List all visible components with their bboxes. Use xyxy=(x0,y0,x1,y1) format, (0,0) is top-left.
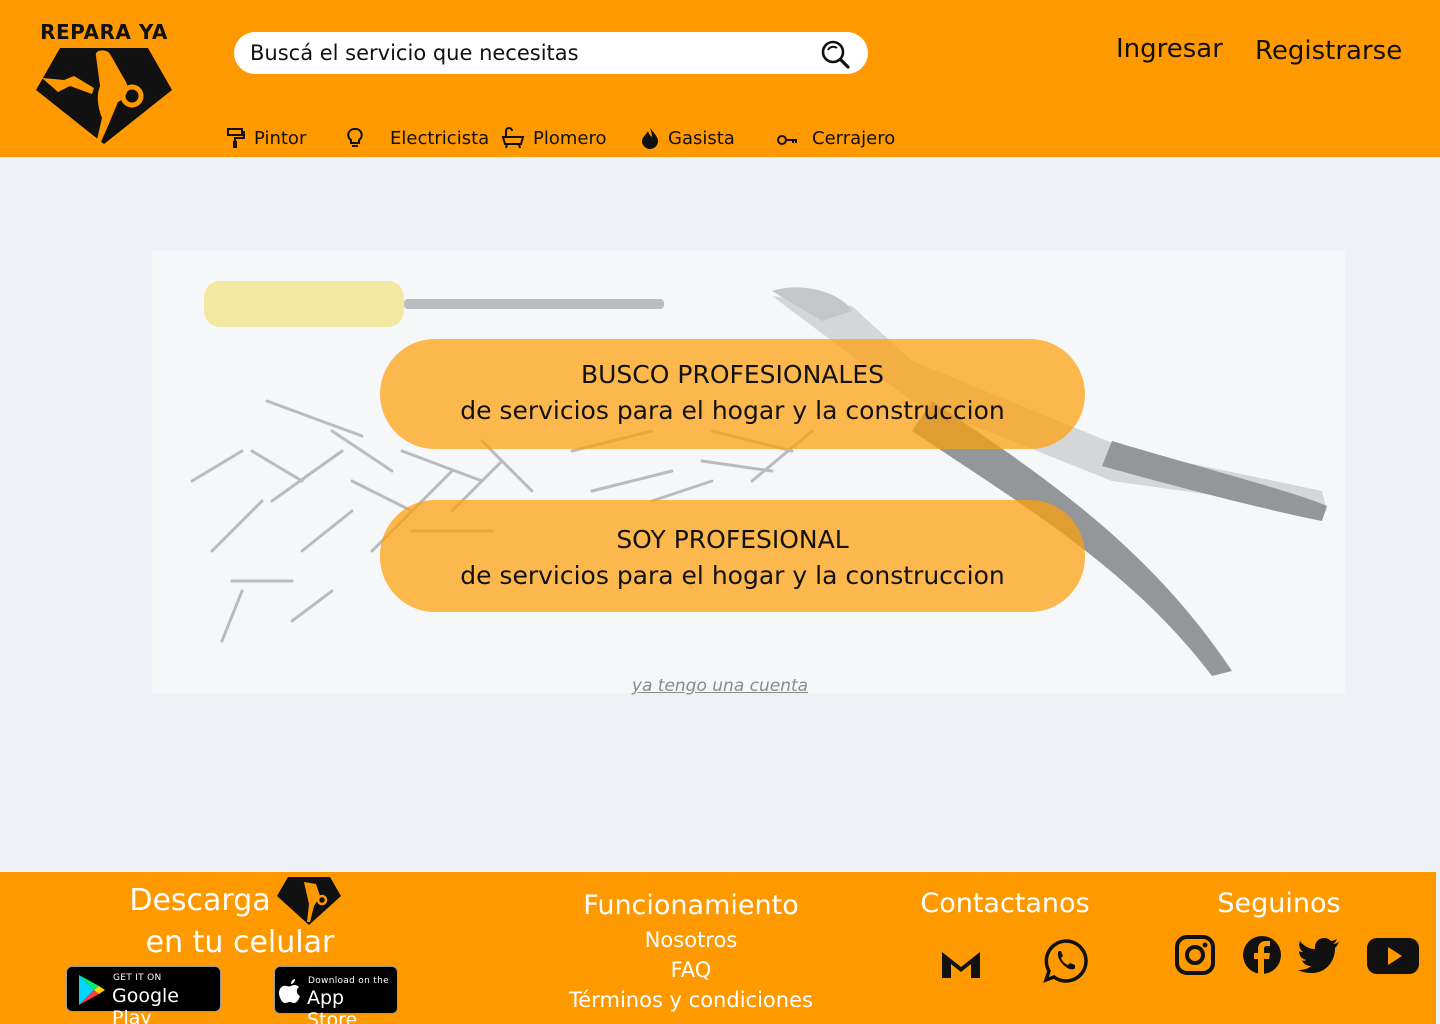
search-input[interactable] xyxy=(250,32,810,74)
key-icon xyxy=(777,135,797,145)
hero-tools-image xyxy=(152,251,1345,693)
site-footer: Descarga en tu celular GET IT ON Google … xyxy=(0,872,1436,1024)
paint-roller-icon xyxy=(227,128,245,148)
whatsapp-icon[interactable] xyxy=(1043,938,1089,984)
google-play-icon xyxy=(79,975,105,1005)
apple-icon xyxy=(279,979,300,1003)
download-line-2: en tu celular xyxy=(145,925,335,960)
category-pintor[interactable]: Pintor xyxy=(226,124,306,152)
category-label: Electricista xyxy=(390,127,490,149)
app-store-badge[interactable]: Download on the App Store xyxy=(274,966,398,1024)
twitter-icon[interactable] xyxy=(1298,938,1340,974)
category-electricista[interactable]: Electricista xyxy=(346,124,489,152)
bathtub-icon xyxy=(501,127,525,149)
search-button[interactable] xyxy=(820,39,850,69)
brand-logo[interactable]: REPARA YA xyxy=(34,18,174,148)
professional-signup-button[interactable]: SOY PROFESIONAL de servicios para el hog… xyxy=(380,500,1085,612)
cta-subtitle: de servicios para el hogar y la construc… xyxy=(460,561,1005,590)
cta-title: SOY PROFESIONAL xyxy=(616,525,849,554)
youtube-icon[interactable] xyxy=(1366,937,1420,975)
client-signup-button[interactable]: BUSCO PROFESIONALES de servicios para el… xyxy=(380,339,1085,449)
app-store-text: App Store xyxy=(307,987,358,1024)
category-plomero[interactable]: Plomero xyxy=(501,124,607,152)
contact-heading: Contactanos xyxy=(920,888,1090,919)
google-play-small-text: GET IT ON xyxy=(113,973,162,983)
google-play-badge[interactable]: GET IT ON Google Play xyxy=(66,966,221,1024)
google-play-text: Google Play xyxy=(112,985,180,1024)
category-label: Pintor xyxy=(254,127,307,149)
gmail-icon[interactable] xyxy=(940,948,982,980)
category-label: Plomero xyxy=(533,127,607,149)
app-store-small-text: Download on the xyxy=(308,976,389,986)
flame-icon xyxy=(642,128,658,149)
cta-title: BUSCO PROFESIONALES xyxy=(580,360,884,389)
search-icon xyxy=(821,40,850,69)
footer-link-nosotros[interactable]: Nosotros xyxy=(560,928,822,952)
follow-heading: Seguinos xyxy=(1217,888,1341,919)
login-link[interactable]: Ingresar xyxy=(1116,34,1223,64)
site-header: REPARA YA Ingresar Registrarse Pint xyxy=(0,0,1440,157)
category-label: Gasista xyxy=(668,127,735,149)
facebook-icon[interactable] xyxy=(1242,935,1282,975)
instagram-icon[interactable] xyxy=(1174,934,1216,976)
brand-name: REPARA YA xyxy=(40,20,168,44)
register-link[interactable]: Registrarse xyxy=(1255,36,1402,66)
footer-link-faq[interactable]: FAQ xyxy=(560,958,822,982)
category-label: Cerrajero xyxy=(812,127,896,149)
info-heading: Funcionamiento xyxy=(583,890,799,921)
cta-subtitle: de servicios para el hogar y la construc… xyxy=(460,396,1005,425)
category-cerrajero[interactable]: Cerrajero xyxy=(776,124,895,152)
category-gasista[interactable]: Gasista xyxy=(640,124,735,152)
logo-diamond-wrench-icon xyxy=(36,48,172,144)
search-bar xyxy=(234,32,868,74)
lightbulb-icon xyxy=(347,127,363,147)
tools-background-illustration xyxy=(190,281,1327,676)
existing-account-link[interactable]: ya tengo una cuenta xyxy=(0,676,1440,696)
footer-link-terms[interactable]: Términos y condiciones xyxy=(540,988,842,1012)
logo-diamond-icon xyxy=(277,877,341,925)
